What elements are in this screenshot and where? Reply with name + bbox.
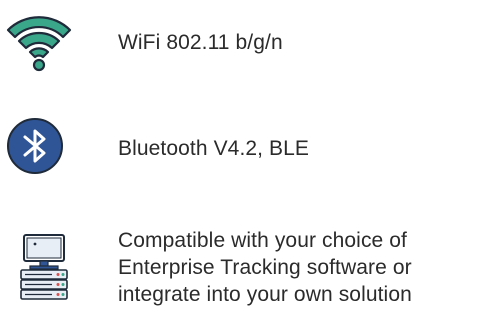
compatibility-label: Compatible with your choice of Enterpris… xyxy=(118,227,488,308)
compatibility-line-1: Compatible with your choice of xyxy=(118,229,407,252)
server-computer-icon xyxy=(18,233,70,301)
compatibility-line-2: Enterprise Tracking software or xyxy=(118,256,412,279)
bluetooth-icon xyxy=(6,117,64,175)
feature-wifi: WiFi 802.11 b/g/n xyxy=(0,0,493,95)
wifi-label: WiFi 802.11 b/g/n xyxy=(118,31,283,54)
bluetooth-label: Bluetooth V4.2, BLE xyxy=(118,137,310,160)
feature-compatibility: Compatible with your choice of Enterpris… xyxy=(0,205,493,322)
wifi-icon xyxy=(5,5,73,73)
feature-bluetooth: Bluetooth V4.2, BLE xyxy=(0,95,493,205)
compatibility-line-3: integrate into your own solution xyxy=(118,283,412,306)
